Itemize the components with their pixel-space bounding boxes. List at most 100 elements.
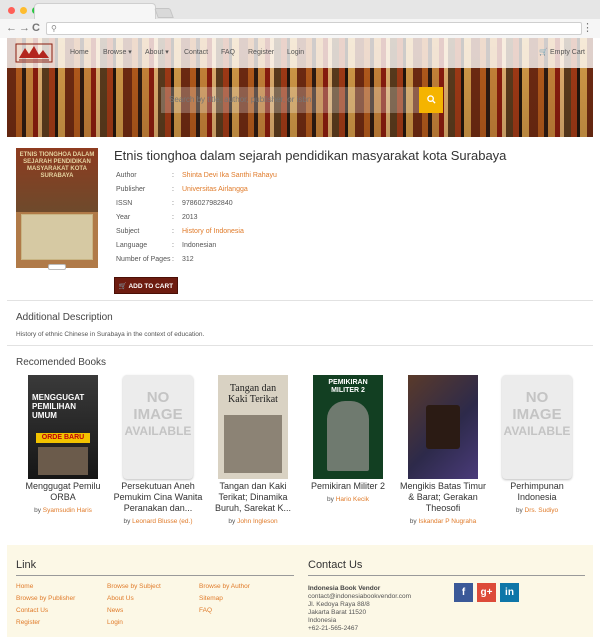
- contact-block: Indonesia Book Vendor contact@indonesiab…: [308, 585, 411, 633]
- browser-tab[interactable]: [34, 3, 156, 19]
- author-link[interactable]: Shinta Devi Ika Santhi Rahayu: [182, 169, 277, 183]
- site-logo[interactable]: [15, 42, 53, 64]
- author-link[interactable]: John Ingleson: [237, 518, 277, 525]
- close-window-dot[interactable]: [8, 7, 15, 14]
- footer-link-contact[interactable]: Contact Us: [16, 607, 48, 615]
- linkedin-icon[interactable]: in: [500, 583, 519, 602]
- footer-link-home[interactable]: Home: [16, 583, 33, 591]
- search-bar: [161, 87, 443, 113]
- browser-toolbar: ← → C ⚲ ⋮: [0, 19, 600, 38]
- book-title: Etnis tionghoa dalam sejarah pendidikan …: [114, 148, 507, 163]
- site-footer: Link Home Browse by Publisher Contact Us…: [7, 545, 593, 637]
- no-image-placeholder[interactable]: NO IMAGE AVAILABLE: [123, 375, 193, 479]
- author-link[interactable]: Leonard Blusse (ed.): [132, 518, 192, 525]
- zoom-badge[interactable]: [48, 264, 66, 270]
- minimize-window-dot[interactable]: [20, 7, 27, 14]
- book-title[interactable]: Tangan dan Kaki Terikat; Dinamika Buruh,…: [207, 481, 299, 514]
- search-icon: [426, 95, 436, 104]
- author-link[interactable]: Syamsudin Haris: [43, 507, 92, 514]
- detail-label: Year: [116, 214, 131, 221]
- nav-login[interactable]: Login: [287, 48, 304, 58]
- recommended-book[interactable]: PEMIKIRAN MILITER 2 Pemikiran Militer 2 …: [302, 375, 394, 504]
- author-link[interactable]: Iskandar P Nugraha: [418, 518, 476, 525]
- detail-label: Number of Pages: [116, 256, 171, 263]
- footer-link-sitemap[interactable]: Sitemap: [199, 595, 223, 603]
- book-cover[interactable]: Tangan dan Kaki Terikat: [218, 375, 288, 479]
- search-icon: ⚲: [51, 24, 57, 33]
- year-value: 2013: [182, 214, 198, 221]
- book-cover[interactable]: [408, 375, 478, 479]
- recommended-book[interactable]: Tangan dan Kaki Terikat Tangan dan Kaki …: [207, 375, 299, 526]
- book-title[interactable]: Pemikiran Militer 2: [302, 481, 394, 492]
- cover-title-text: ETNIS TIONGHOA DALAM SEJARAH PENDIDIKAN …: [19, 152, 95, 179]
- cover-illustration: [21, 214, 93, 260]
- book-title[interactable]: Mengikis Batas Timur & Barat; Gerakan Th…: [397, 481, 489, 514]
- detail-row: Year : 2013: [116, 211, 277, 225]
- book-title[interactable]: Perhimpunan Indonesia: [491, 481, 583, 503]
- no-image-placeholder[interactable]: NO IMAGE AVAILABLE: [502, 375, 572, 479]
- nav-browse[interactable]: Browse ▾: [103, 48, 132, 58]
- cover-title-text: MENGGUGAT PEMILIHAN UMUM: [32, 393, 85, 420]
- site-navbar: Home Browse ▾ About ▾ Contact FAQ Regist…: [7, 38, 593, 68]
- publisher-link[interactable]: Universitas Airlangga: [182, 183, 248, 197]
- footer-link-news[interactable]: News: [107, 607, 123, 615]
- contact-email[interactable]: contact@indonesiabookvendor.com: [308, 593, 411, 601]
- book-title[interactable]: Menggugat Pemilu ORBA: [17, 481, 109, 503]
- reload-icon[interactable]: C: [32, 21, 40, 35]
- nav-faq[interactable]: FAQ: [221, 48, 235, 58]
- vendor-name: Indonesia Book Vendor: [308, 585, 381, 592]
- new-tab-button[interactable]: [154, 8, 174, 18]
- book-cover[interactable]: MENGGUGAT PEMILIHAN UMUM ORDE BARU: [28, 375, 98, 479]
- recommended-book[interactable]: NO IMAGE AVAILABLE Perhimpunan Indonesia…: [491, 375, 583, 515]
- cover-title-text: PEMIKIRAN MILITER 2: [328, 379, 368, 394]
- footer-link-browse-publisher[interactable]: Browse by Publisher: [16, 595, 75, 603]
- footer-link-browse-subject[interactable]: Browse by Subject: [107, 583, 161, 591]
- detail-row: Subject : History of Indonesia: [116, 225, 277, 239]
- language-value: Indonesian: [182, 242, 217, 249]
- author-link[interactable]: Hario Kecik: [336, 496, 369, 503]
- book-details: Author : Shinta Devi Ika Santhi Rahayu P…: [116, 169, 277, 267]
- address-bar[interactable]: ⚲: [46, 22, 582, 35]
- book-cover[interactable]: PEMIKIRAN MILITER 2: [313, 375, 383, 479]
- detail-row: ISSN : 9786027982840: [116, 197, 277, 211]
- pages-value: 312: [182, 256, 194, 263]
- detail-row: Number of Pages : 312: [116, 253, 277, 267]
- author-link[interactable]: Drs. Sudiyo: [525, 507, 559, 514]
- recommended-book[interactable]: MENGGUGAT PEMILIHAN UMUM ORDE BARU Mengg…: [17, 375, 109, 515]
- recommended-book[interactable]: Mengikis Batas Timur & Barat; Gerakan Th…: [397, 375, 489, 526]
- forward-arrow-icon[interactable]: →: [19, 21, 30, 35]
- book-cover[interactable]: ETNIS TIONGHOA DALAM SEJARAH PENDIDIKAN …: [16, 148, 98, 268]
- recommended-heading: Recomended Books: [16, 357, 107, 368]
- empty-cart-link[interactable]: 🛒 Empty Cart: [539, 48, 585, 58]
- nav-home[interactable]: Home: [70, 48, 89, 58]
- search-button[interactable]: [419, 87, 443, 113]
- browser-chrome: ← → C ⚲ ⋮: [0, 0, 600, 38]
- footer-link-login[interactable]: Login: [107, 619, 123, 627]
- recommended-book[interactable]: NO IMAGE AVAILABLE Persekutuan Aneh Pemu…: [112, 375, 204, 526]
- browser-menu-icon[interactable]: ⋮: [582, 21, 593, 35]
- description-text: History of ethnic Chinese in Surabaya in…: [16, 331, 205, 338]
- search-input[interactable]: [161, 87, 419, 113]
- nav-contact[interactable]: Contact: [184, 48, 208, 58]
- detail-label: Author: [116, 172, 137, 179]
- footer-link-browse-author[interactable]: Browse by Author: [199, 583, 250, 591]
- footer-link-faq[interactable]: FAQ: [199, 607, 212, 615]
- book-title[interactable]: Persekutuan Aneh Pemukim Cina Wanita Per…: [112, 481, 204, 514]
- detail-label: Publisher: [116, 186, 146, 193]
- nav-register[interactable]: Register: [248, 48, 274, 58]
- issn-value: 9786027982840: [182, 200, 233, 207]
- divider: [7, 345, 593, 346]
- detail-row: Author : Shinta Devi Ika Santhi Rahayu: [116, 169, 277, 183]
- subject-link[interactable]: History of Indonesia: [182, 225, 244, 239]
- add-to-cart-button[interactable]: 🛒 ADD TO CART: [114, 277, 178, 294]
- footer-link-about[interactable]: About Us: [107, 595, 134, 603]
- footer-link-register[interactable]: Register: [16, 619, 40, 627]
- nav-about[interactable]: About ▾: [145, 48, 169, 58]
- contact-address: Jl. Kedoya Raya 88/8: [308, 601, 370, 608]
- back-arrow-icon[interactable]: ←: [6, 21, 17, 35]
- detail-row: Language : Indonesian: [116, 239, 277, 253]
- divider: [308, 575, 585, 576]
- detail-label: Language: [116, 242, 148, 249]
- google-plus-icon[interactable]: g+: [477, 583, 496, 602]
- facebook-icon[interactable]: f: [454, 583, 473, 602]
